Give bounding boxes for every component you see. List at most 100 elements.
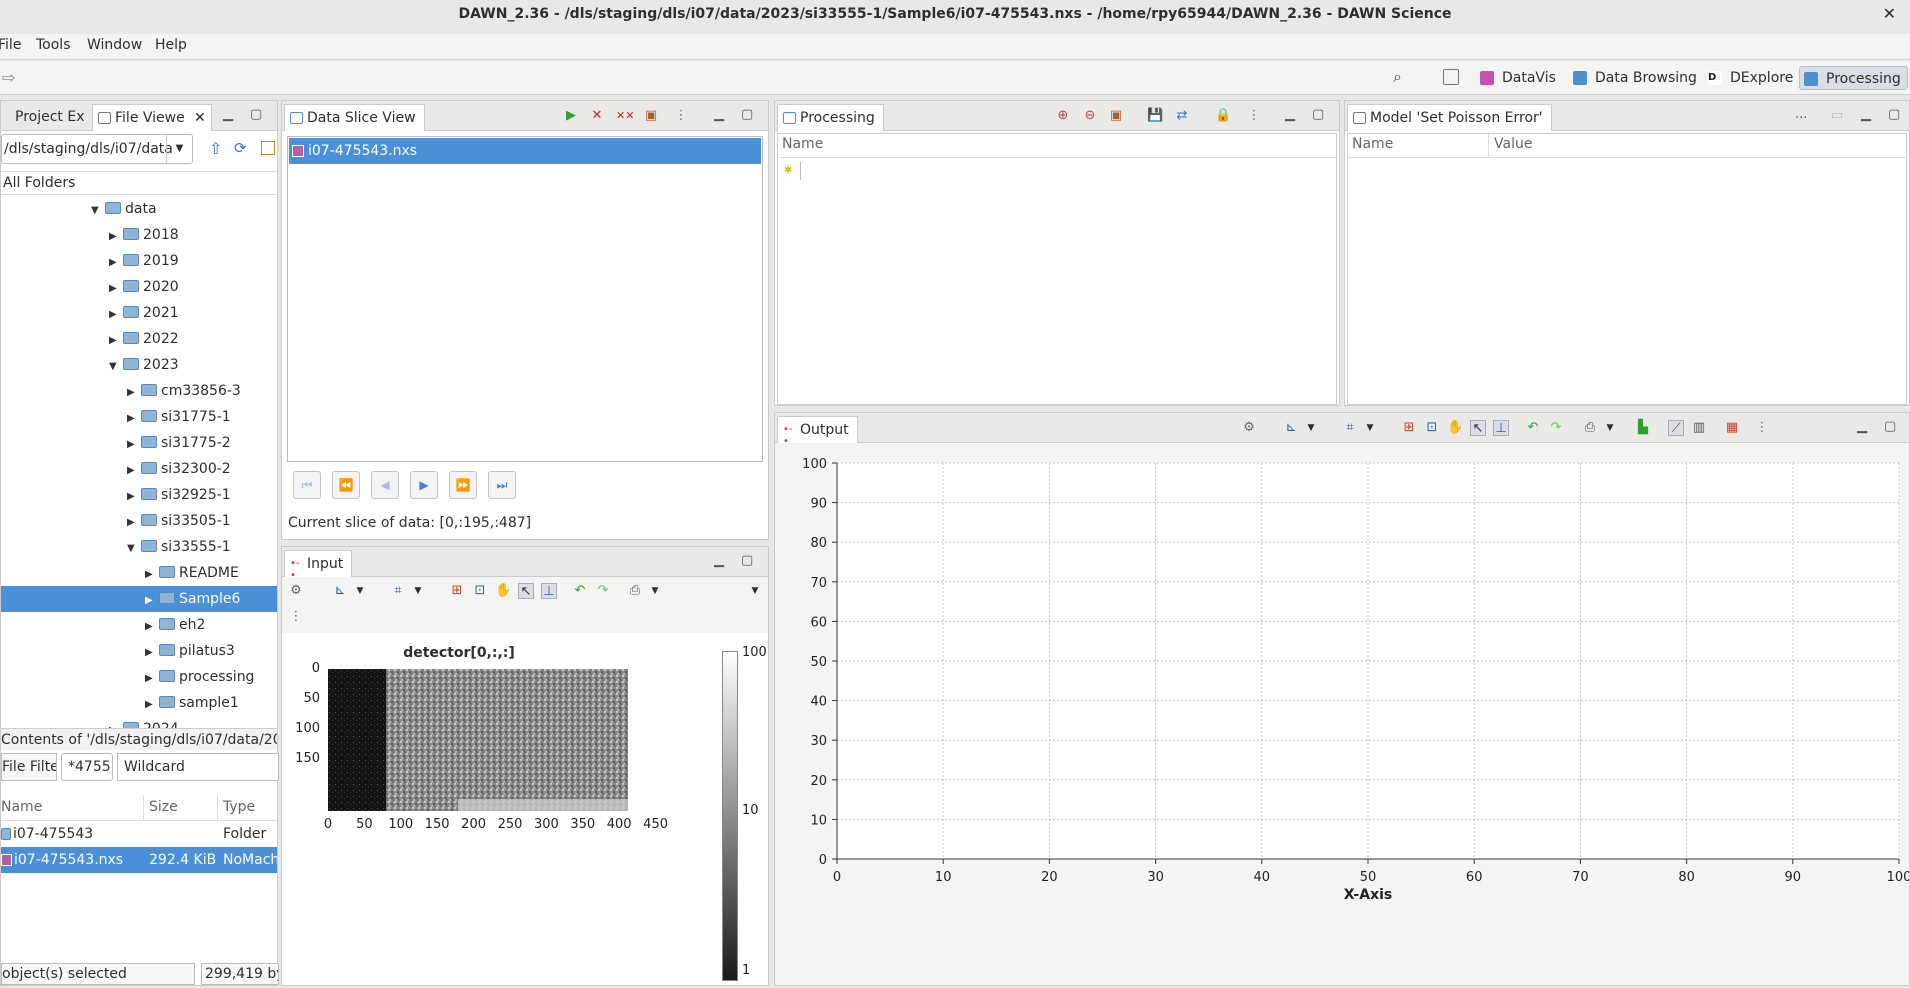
file-filter-input[interactable]: *4755 xyxy=(61,753,113,781)
search-icon[interactable]: ⌕ xyxy=(1393,67,1402,87)
menu-window[interactable]: Window xyxy=(87,37,142,53)
view-menu-icon[interactable]: ⋮ xyxy=(288,609,304,625)
collapsed-arrow-icon[interactable]: ▶ xyxy=(109,328,123,354)
chevron-down-icon[interactable]: ▼ xyxy=(352,583,368,599)
load-icon[interactable]: ⇄ xyxy=(1174,108,1190,124)
pointer-icon[interactable]: ↖ xyxy=(518,583,534,599)
collapsed-arrow-icon[interactable]: ▶ xyxy=(127,484,141,510)
expanded-arrow-icon[interactable]: ▼ xyxy=(109,354,123,380)
collapsed-arrow-icon[interactable]: ▶ xyxy=(127,432,141,458)
plot-type-icon[interactable]: ⊾ xyxy=(1283,420,1299,436)
tree-item[interactable]: ▶ si32300-2 xyxy=(1,456,277,482)
detector-image[interactable] xyxy=(328,669,628,829)
axes-icon[interactable]: ⊥ xyxy=(541,583,557,599)
tree-item[interactable]: ▶ README xyxy=(1,560,277,586)
menu-help[interactable]: Help xyxy=(155,37,187,53)
insert-operation-icon[interactable]: ⊖ xyxy=(1082,108,1098,124)
maximize-icon[interactable]: ▢ xyxy=(1312,107,1324,122)
line-plot-icon[interactable]: ⟋ xyxy=(1668,420,1684,436)
run-icon[interactable]: ▶ xyxy=(563,108,579,124)
model-options-icon[interactable]: ▭ xyxy=(1829,108,1845,124)
undo-icon[interactable]: ↶ xyxy=(1525,420,1541,436)
refresh-icon[interactable]: ⟳ xyxy=(234,139,247,157)
collapsed-arrow-icon[interactable]: ▶ xyxy=(109,302,123,328)
table-row[interactable]: i07-475543.nxs 292.4 KiB NoMach xyxy=(1,847,277,873)
maximize-icon[interactable]: ▢ xyxy=(741,553,753,568)
new-operation-icon[interactable]: ✱ xyxy=(784,165,792,176)
chevron-down-icon[interactable]: ▼ xyxy=(1303,420,1319,436)
tree-item[interactable]: ▶ si31775-1 xyxy=(1,404,277,430)
collapsed-arrow-icon[interactable]: ▶ xyxy=(127,406,141,432)
col-name[interactable]: Name xyxy=(1352,136,1393,152)
colour-settings-icon[interactable]: ▦ xyxy=(1724,420,1740,436)
collapsed-arrow-icon[interactable]: ▶ xyxy=(127,380,141,406)
up-folder-icon[interactable]: ⇧ xyxy=(209,139,222,158)
tab-project-explorer[interactable]: Project Ex xyxy=(0,104,92,131)
tree-item[interactable]: ▶ si32925-1 xyxy=(1,482,277,508)
wildcard-field[interactable]: Wildcard xyxy=(117,753,279,781)
tab-file-viewer[interactable]: File Viewe ✕ xyxy=(92,104,212,131)
chevron-down-icon[interactable]: ▼ xyxy=(1362,420,1378,436)
tools-icon[interactable]: ⚙ xyxy=(288,583,304,599)
collapsed-arrow-icon[interactable]: ▶ xyxy=(109,250,123,276)
tab-model[interactable]: Model 'Set Poisson Error' xyxy=(1347,104,1552,131)
tab-output[interactable]: •-• Output xyxy=(777,416,858,447)
expanded-arrow-icon[interactable]: ▼ xyxy=(127,536,141,562)
output-line-chart[interactable]: 0 10 20 30 40 50 60 70 80 90 100 0 10 20 30 40 50 60 70 80 9… xyxy=(775,443,1909,985)
region-icon[interactable]: ⌗ xyxy=(1342,420,1358,436)
pan-hand-icon[interactable]: ✋ xyxy=(1447,420,1463,436)
tree-item[interactable]: ▶ processing xyxy=(1,664,277,690)
collapse-icon[interactable] xyxy=(261,141,275,155)
forward-arrow-icon[interactable]: ⇨ xyxy=(2,68,15,87)
maximize-icon[interactable]: ▢ xyxy=(1884,419,1896,434)
lock-icon[interactable]: 🔒 xyxy=(1215,108,1231,124)
tools-icon[interactable]: ⚙ xyxy=(1241,420,1257,436)
region-icon[interactable]: ⌗ xyxy=(390,583,406,599)
tree-item[interactable]: ▶ Sample6 xyxy=(1,586,277,612)
chevron-down-icon[interactable]: ▼ xyxy=(410,583,426,599)
tab-data-slice-view[interactable]: Data Slice View xyxy=(284,104,425,131)
minimize-icon[interactable]: ▁ xyxy=(714,107,724,122)
tree-item[interactable]: ▶ 2020 xyxy=(1,274,277,300)
minimize-icon[interactable]: ▁ xyxy=(223,107,233,122)
minimize-icon[interactable]: ▁ xyxy=(1857,419,1867,434)
previous-block-button[interactable]: ⏪ xyxy=(332,471,360,499)
close-window-icon[interactable]: ✕ xyxy=(1883,0,1896,28)
menu-file[interactable]: File xyxy=(0,37,21,53)
edit-cursor[interactable] xyxy=(800,162,801,180)
view-menu-chevron-icon[interactable]: ▼ xyxy=(747,583,763,599)
tree-item[interactable]: ▶ sample1 xyxy=(1,690,277,716)
tree-item[interactable]: ▶ 2022 xyxy=(1,326,277,352)
next-slice-button[interactable]: ▶ xyxy=(410,471,438,499)
col-name[interactable]: Name xyxy=(782,136,823,152)
plot-type-icon[interactable]: ⊾ xyxy=(332,583,348,599)
maximize-icon[interactable]: ▢ xyxy=(741,107,753,122)
add-operation-icon[interactable]: ⊕ xyxy=(1055,108,1071,124)
collapsed-arrow-icon[interactable]: ▶ xyxy=(145,640,159,666)
collapsed-arrow-icon[interactable]: ▶ xyxy=(145,692,159,718)
perspective-dexplore[interactable]: D DExplore xyxy=(1704,66,1799,90)
path-combo[interactable]: /dls/staging/dls/i07/data ▼ xyxy=(1,134,193,164)
axes-icon[interactable]: ⊥ xyxy=(1493,420,1509,436)
view-menu-icon[interactable]: ⋮ xyxy=(1754,420,1770,436)
maximize-icon[interactable]: ▢ xyxy=(1888,107,1900,122)
tree-item[interactable]: ▶ si33505-1 xyxy=(1,508,277,534)
next-block-button[interactable]: ⏩ xyxy=(449,471,477,499)
menu-tools[interactable]: Tools xyxy=(36,37,71,53)
tree-item[interactable]: ▶ 2019 xyxy=(1,248,277,274)
perspective-processing[interactable]: Processing xyxy=(1799,66,1908,90)
close-tab-icon[interactable]: ✕ xyxy=(194,105,206,131)
pointer-icon[interactable]: ↖ xyxy=(1470,420,1486,436)
remove-icon[interactable]: ✕ xyxy=(589,108,605,124)
tree-item[interactable]: ▼ si33555-1 xyxy=(1,534,277,560)
tree-item[interactable]: ▼ 2023 xyxy=(1,352,277,378)
collapsed-arrow-icon[interactable]: ▶ xyxy=(127,458,141,484)
undo-icon[interactable]: ↶ xyxy=(572,583,588,599)
col-type[interactable]: Type xyxy=(223,799,255,815)
last-slice-button[interactable]: ⏭ xyxy=(488,471,516,499)
redo-icon[interactable]: ↷ xyxy=(595,583,611,599)
minimize-icon[interactable]: ▁ xyxy=(1861,107,1871,122)
col-value[interactable]: Value xyxy=(1494,136,1532,152)
open-perspective-icon[interactable] xyxy=(1443,69,1459,85)
collapsed-arrow-icon[interactable]: ▶ xyxy=(145,614,159,640)
